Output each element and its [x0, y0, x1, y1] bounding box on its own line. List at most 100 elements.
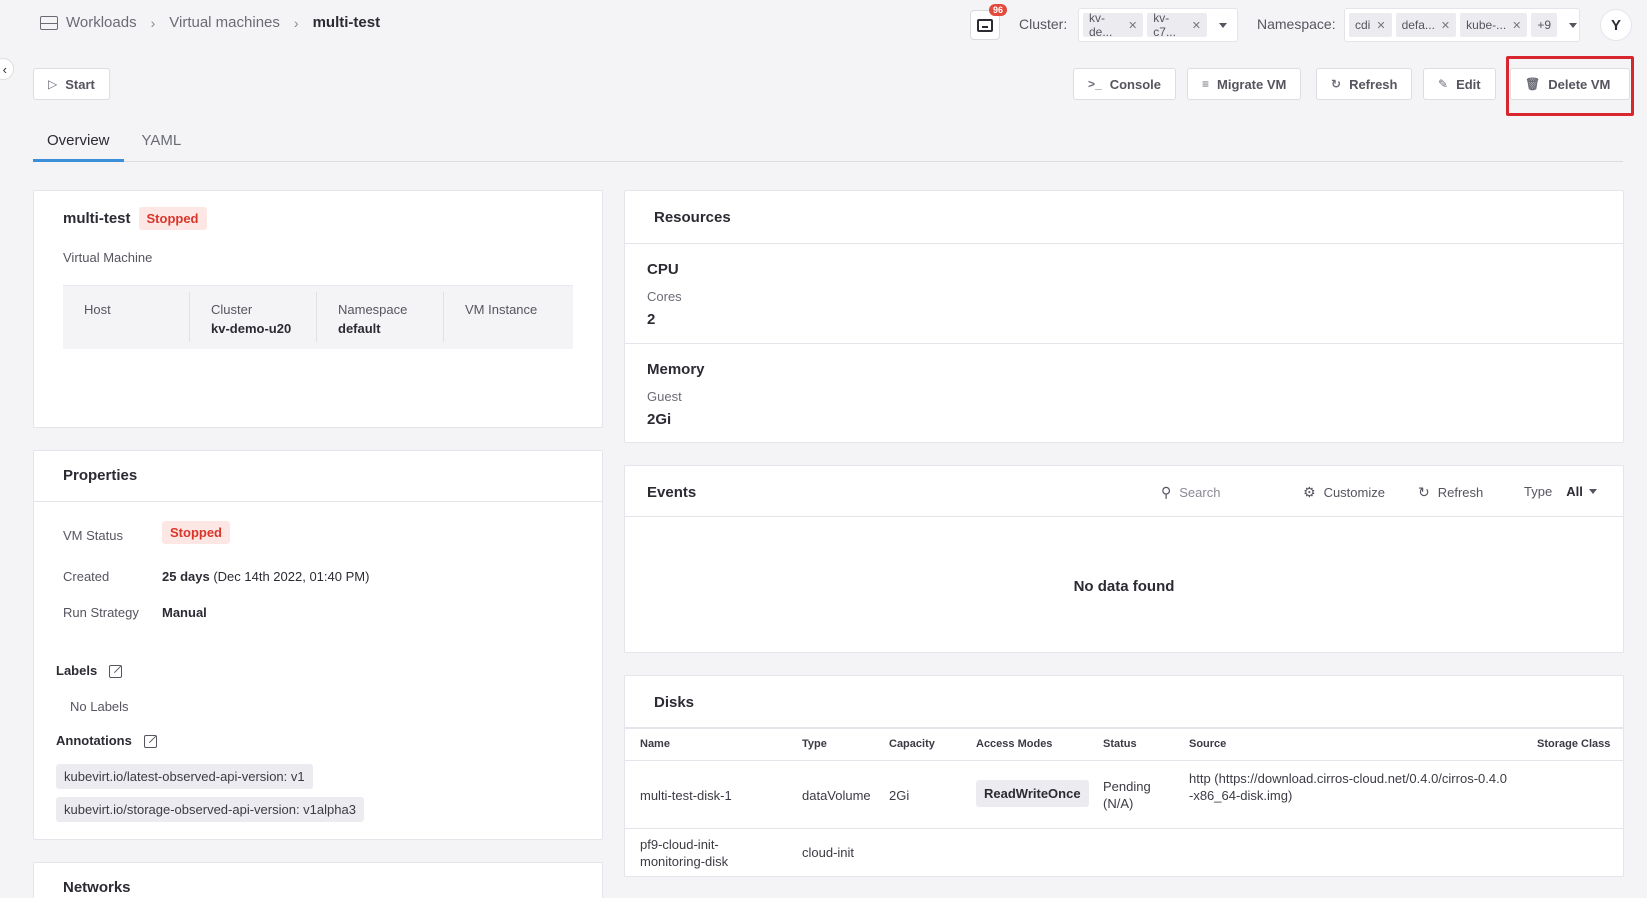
cluster-filter[interactable]: kv-de... ✕ kv-c7... ✕ — [1078, 8, 1238, 42]
status-badge: Stopped — [138, 207, 207, 230]
cluster-filter-label: Cluster: — [1019, 16, 1068, 32]
properties-card: Properties VM Status Stopped Created 25 … — [33, 450, 603, 840]
migrate-button-label: Migrate VM — [1217, 76, 1287, 92]
sidebar-toggle-button[interactable]: ‹ — [0, 58, 14, 80]
avatar[interactable]: Y — [1600, 9, 1632, 41]
divider — [625, 760, 1623, 761]
column-header-type[interactable]: Type — [802, 738, 827, 750]
column-header-name[interactable]: Name — [640, 738, 670, 750]
notification-count-badge: 96 — [988, 4, 1007, 16]
chevron-right-icon: › — [150, 14, 156, 31]
vm-kind: Virtual Machine — [63, 250, 153, 265]
created-value: 25 days (Dec 14th 2022, 01:40 PM) — [162, 569, 369, 584]
disk-type: dataVolume — [802, 788, 871, 803]
edit-icon[interactable] — [143, 735, 157, 749]
created-age: 25 days — [162, 569, 210, 584]
chip-label: kv-c7... — [1153, 11, 1176, 39]
close-icon[interactable]: ✕ — [1128, 19, 1137, 32]
info-cluster: Cluster kv-demo-u20 — [190, 292, 317, 342]
chevron-down-icon[interactable] — [1219, 22, 1227, 28]
guest-value: 2Gi — [647, 411, 672, 428]
namespace-chip[interactable]: kube-... ✕ — [1460, 13, 1528, 37]
divider — [625, 828, 1623, 829]
close-icon[interactable]: ✕ — [1192, 19, 1201, 32]
disk-name: pf9-cloud-init-monitoring-disk — [640, 837, 729, 869]
cluster-chip[interactable]: kv-c7... ✕ — [1147, 11, 1207, 39]
disk-status: Pending (N/A) — [1103, 779, 1151, 811]
server-icon: ≡ — [1202, 77, 1210, 91]
chevron-right-icon: › — [293, 14, 299, 31]
divider — [34, 501, 602, 502]
refresh-button-label: Refresh — [1349, 76, 1398, 92]
edit-button-label: Edit — [1456, 76, 1481, 92]
column-header-status[interactable]: Status — [1103, 738, 1137, 750]
migrate-vm-button[interactable]: ≡ Migrate VM — [1187, 68, 1302, 100]
edit-icon: ✎ — [1438, 77, 1449, 91]
divider — [625, 343, 1623, 344]
tab-yaml[interactable]: YAML — [128, 126, 196, 162]
chip-label: cdi — [1355, 18, 1371, 32]
namespace-more-chip[interactable]: +9 — [1531, 13, 1558, 37]
breadcrumb-workloads[interactable]: Workloads — [66, 14, 137, 31]
search-input[interactable]: Search — [1179, 485, 1220, 500]
cluster-chip[interactable]: kv-de... ✕ — [1083, 11, 1144, 39]
networks-card: Networks — [33, 862, 603, 898]
start-button-label: Start — [65, 76, 95, 92]
close-icon[interactable]: ✕ — [1512, 19, 1521, 32]
info-label: VM Instance — [465, 302, 538, 317]
column-header-access-modes[interactable]: Access Modes — [976, 738, 1052, 750]
column-header-capacity[interactable]: Capacity — [889, 738, 935, 750]
divider — [625, 727, 1623, 729]
breadcrumb-current: multi-test — [312, 14, 381, 31]
customize-label: Customize — [1323, 485, 1385, 500]
column-header-source[interactable]: Source — [1189, 738, 1226, 750]
console-button[interactable]: >_ Console — [1073, 68, 1176, 100]
refresh-button[interactable]: ↻ Refresh — [1316, 68, 1413, 100]
edit-button[interactable]: ✎ Edit — [1423, 68, 1496, 100]
info-vm-instance: VM Instance — [444, 292, 571, 342]
close-icon[interactable]: ✕ — [1376, 19, 1385, 32]
edit-icon[interactable] — [109, 665, 123, 679]
namespace-chip[interactable]: defa... ✕ — [1395, 13, 1457, 37]
cores-label: Cores — [647, 289, 682, 304]
top-bar: Workloads › Virtual machines › multi-tes… — [0, 0, 1647, 50]
chip-label: kv-de... — [1089, 11, 1113, 39]
events-search[interactable]: ⚲ Search — [1161, 484, 1220, 501]
notifications-button[interactable]: 96 — [970, 4, 1007, 40]
disks-card: Disks Name Type Capacity Access Modes St… — [624, 675, 1624, 877]
disk-name: multi-test-disk-1 — [640, 788, 732, 803]
run-strategy-label: Run Strategy — [63, 605, 139, 620]
chevron-down-icon[interactable] — [1569, 22, 1578, 28]
chip-label: defa... — [1401, 18, 1435, 32]
disk-type: cloud-init — [802, 845, 855, 860]
column-header-storage-class[interactable]: Storage Class — [1537, 738, 1610, 750]
disks-title: Disks — [654, 694, 695, 711]
close-icon[interactable]: ✕ — [1441, 19, 1450, 32]
resources-title: Resources — [654, 209, 731, 226]
refresh-icon: ↻ — [1331, 77, 1342, 91]
access-mode-badge: ReadWriteOnce — [976, 780, 1089, 807]
memory-label: Memory — [647, 361, 705, 378]
type-value: All — [1566, 484, 1583, 499]
created-label: Created — [63, 569, 110, 584]
events-refresh-button[interactable]: ↻ Refresh — [1418, 484, 1483, 501]
annotations-title: Annotations — [56, 733, 132, 748]
guest-label: Guest — [647, 389, 682, 404]
type-filter[interactable]: Type All — [1524, 484, 1603, 499]
start-button[interactable]: ▷ Start — [33, 68, 110, 100]
cpu-label: CPU — [647, 261, 679, 278]
chevron-down-icon — [1588, 489, 1597, 494]
vm-status-label: VM Status — [63, 528, 123, 543]
namespace-chip[interactable]: cdi ✕ — [1349, 13, 1392, 37]
cores-value: 2 — [647, 311, 656, 328]
empty-state: No data found — [1073, 578, 1175, 595]
annotations-heading: Annotations — [56, 733, 157, 749]
divider — [625, 243, 1623, 244]
properties-title: Properties — [63, 467, 138, 484]
namespace-filter[interactable]: cdi ✕ defa... ✕ kube-... ✕ +9 — [1344, 8, 1580, 42]
breadcrumb-virtual-machines[interactable]: Virtual machines — [169, 14, 280, 31]
play-icon: ▷ — [48, 77, 58, 91]
tab-overview[interactable]: Overview — [33, 126, 124, 162]
customize-button[interactable]: ⚙ Customize — [1303, 484, 1385, 501]
vm-name: multi-test — [63, 210, 131, 227]
